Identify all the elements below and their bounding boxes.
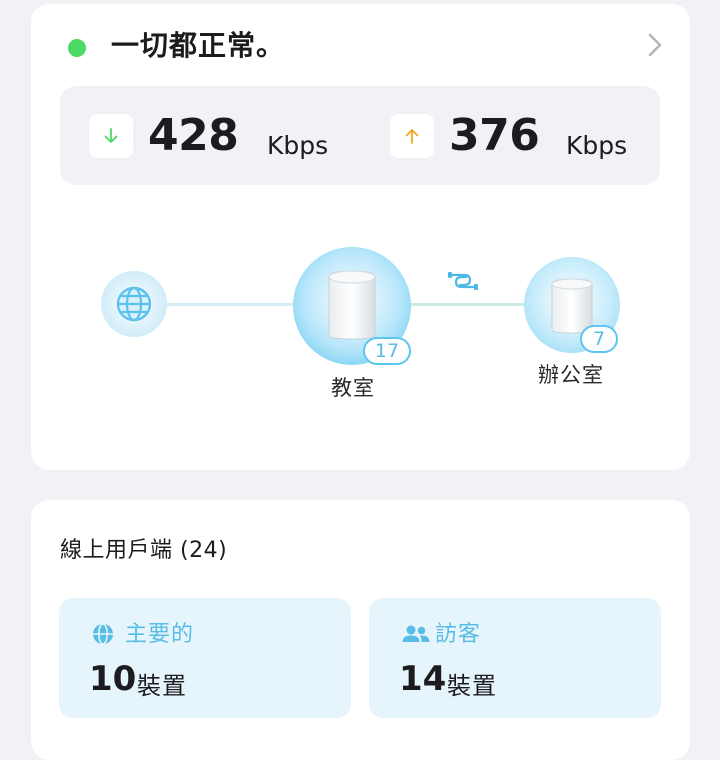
download-speed-unit: Kbps [267,131,329,160]
arrow-up-icon [390,114,434,158]
clients-title: 線上用戶端 (24) [60,538,228,563]
main-device-count-badge: 17 [363,337,411,365]
primary-device-count: 10 [89,659,137,699]
wired-link-line [409,303,527,306]
router-icon [328,270,376,340]
ethernet-cable-icon [448,272,478,290]
speed-panel: 428 Kbps 376 Kbps [60,86,660,185]
internet-node[interactable] [101,271,167,337]
upload-speed-value: 376 [449,110,540,161]
satellite-node-label: 辦公室 [538,363,604,387]
guest-network-tile[interactable]: 訪客 14 裝置 [369,598,661,718]
primary-network-label: 主要的 [125,622,195,647]
globe-icon [93,623,113,645]
globe-icon [116,286,152,322]
guest-device-count: 14 [399,659,447,699]
status-text: 一切都正常。 [111,29,286,62]
upload-speed-unit: Kbps [566,131,628,160]
online-clients-card: 線上用戶端 (24) 主要的 10 裝置 訪客 14 裝置 [31,500,690,760]
download-speed-value: 428 [148,110,239,161]
guest-device-unit: 裝置 [447,672,497,700]
chevron-right-icon[interactable] [640,31,668,59]
primary-device-unit: 裝置 [137,672,187,700]
guest-network-label: 訪客 [435,622,482,647]
satellite-device-count-badge: 7 [580,325,618,353]
primary-network-tile[interactable]: 主要的 10 裝置 [59,598,351,718]
arrow-down-icon [89,114,133,158]
network-topology: 17 教室 7 辦公室 [31,234,690,414]
main-node-label: 教室 [331,376,375,400]
users-icon [402,625,430,642]
status-indicator-dot [68,39,86,57]
network-status-card[interactable]: 一切都正常。 428 Kbps 376 Kbps 17 教室 7 辦公室 [31,4,690,470]
